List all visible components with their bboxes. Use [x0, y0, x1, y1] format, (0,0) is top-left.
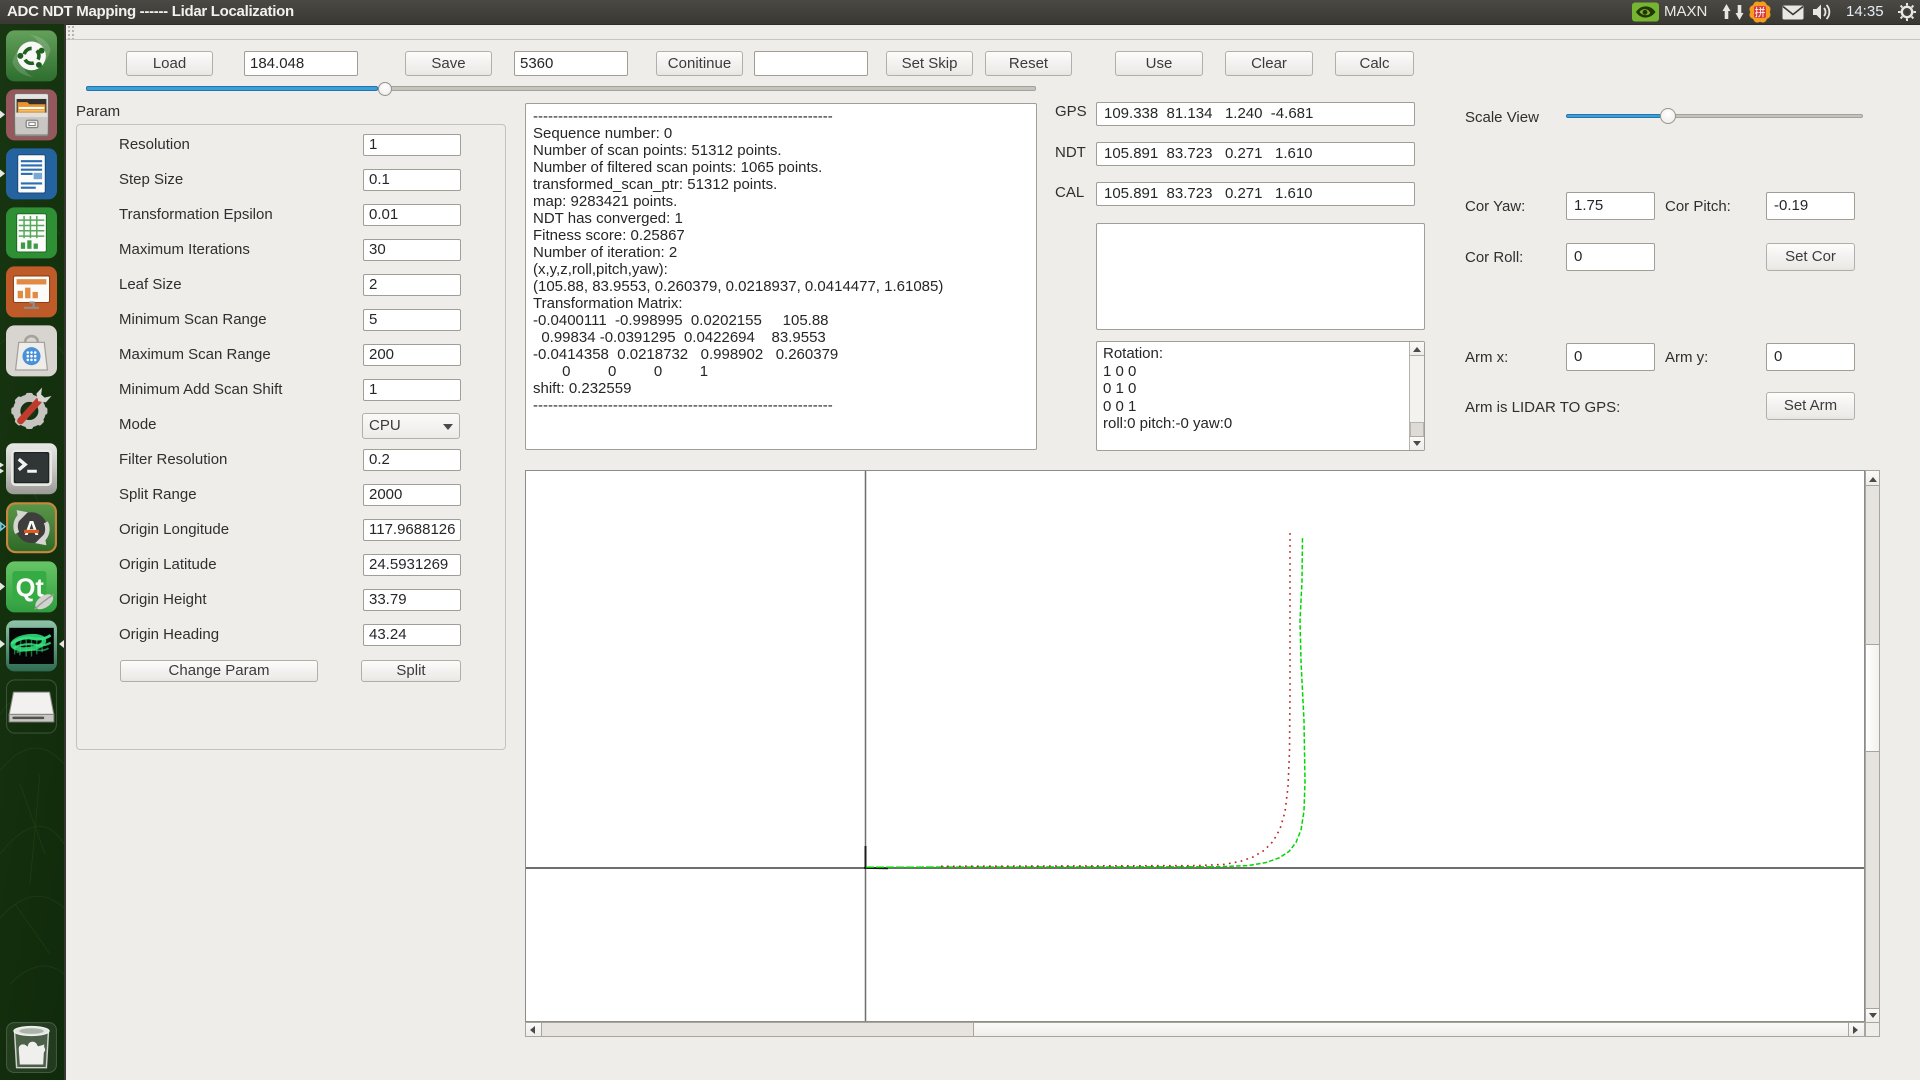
svg-text:A: A: [24, 518, 39, 540]
svg-text:拼: 拼: [1755, 5, 1766, 19]
